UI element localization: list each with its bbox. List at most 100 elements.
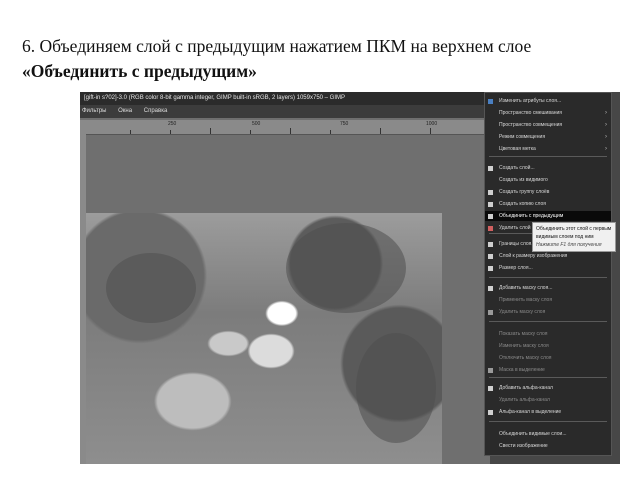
tree-shadow <box>286 223 406 313</box>
merge-down-icon <box>488 214 493 219</box>
menu-separator <box>489 421 607 422</box>
menu-item-17[interactable]: Показать маску слоя <box>485 329 611 339</box>
menu-windows[interactable]: Окна <box>118 108 132 114</box>
window-title: [gift-in s?02]-3.0 (RGB color 8-bit gamm… <box>80 92 494 105</box>
menu-bar: Фильтры Окна Справка <box>80 105 490 118</box>
menu-item-label: Слой к размеру изображения <box>499 253 568 259</box>
merge-tooltip: Объединить этот слой с первым видимым сл… <box>532 222 616 252</box>
menu-item-label: Применить маску слоя <box>499 297 553 303</box>
delete-layer-icon <box>488 226 493 231</box>
menu-item-label: Границы слоя... <box>499 241 536 247</box>
mask-to-selection-icon <box>488 368 493 373</box>
ruler-tick <box>430 128 431 134</box>
menu-item-8[interactable]: Создать копию слоя <box>485 199 611 209</box>
add-mask-icon <box>488 286 493 291</box>
menu-item-22[interactable]: Удалить альфа-канал <box>485 395 611 405</box>
menu-item-7[interactable]: Создать группу слоёв <box>485 187 611 197</box>
layer-boundary-icon <box>488 242 493 247</box>
ruler-tick <box>210 128 211 134</box>
menu-item-label: Создать слой... <box>499 165 535 171</box>
menu-help[interactable]: Справка <box>144 108 168 114</box>
instruction-bold: «Объединить с предыдущим» <box>22 61 257 81</box>
ruler-tick <box>290 128 291 134</box>
menu-item-18[interactable]: Изменить маску слоя <box>485 341 611 351</box>
chevron-right-icon: › <box>605 110 607 116</box>
menu-separator <box>489 321 607 322</box>
menu-item-3[interactable]: Режим совмещения › <box>485 132 611 142</box>
menu-item-label: Удалить маску слоя <box>499 309 546 315</box>
duplicate-layer-icon <box>488 202 493 207</box>
menu-item-label: Добавить маску слоя... <box>499 285 553 291</box>
ruler-tick <box>380 128 381 134</box>
menu-item-0[interactable]: Изменить атрибуты слоя... <box>485 96 611 106</box>
ruler-label: 500 <box>252 121 261 127</box>
menu-item-20[interactable]: Маска в выделение <box>485 365 611 375</box>
layer-group-icon <box>488 190 493 195</box>
menu-item-15[interactable]: Применить маску слоя <box>485 295 611 305</box>
ruler-tick <box>170 130 171 134</box>
menu-item-label: Создать группу слоёв <box>499 189 550 195</box>
scale-layer-icon <box>488 266 493 271</box>
menu-item-14[interactable]: Добавить маску слоя... <box>485 283 611 293</box>
menu-item-2[interactable]: Пространство совмещения › <box>485 120 611 130</box>
menu-item-label: Свести изображение <box>499 443 548 449</box>
menu-item-label: Цветовая метка <box>499 146 536 152</box>
menu-item-label: Объединить видимые слои... <box>499 431 567 437</box>
menu-item-6[interactable]: Создать из видимого <box>485 175 611 185</box>
ruler-tick <box>330 130 331 134</box>
tooltip-text: Объединить этот слой с первым видимым сл… <box>536 226 612 240</box>
ruler-label: 750 <box>340 121 349 127</box>
menu-separator <box>489 156 607 157</box>
chevron-right-icon: › <box>605 122 607 128</box>
menu-item-label: Изменить атрибуты слоя... <box>499 98 562 104</box>
menu-item-25[interactable]: Свести изображение <box>485 441 611 451</box>
menu-item-13[interactable]: Размер слоя... <box>485 263 611 273</box>
menu-item-label: Удалить слой <box>499 225 531 231</box>
menu-item-label: Отключить маску слоя <box>499 355 552 361</box>
menu-item-1[interactable]: Пространство смешивания › <box>485 108 611 118</box>
menu-item-label: Объединить с предыдущим <box>499 213 564 219</box>
chevron-right-icon: › <box>605 134 607 140</box>
tree-shadow <box>356 333 436 443</box>
menu-item-label: Маска в выделение <box>499 367 545 373</box>
menu-item-label: Пространство смешивания <box>499 110 562 116</box>
tooltip-hint: Нажмите F1 для получения справки <box>536 242 602 251</box>
ruler-tick <box>130 130 131 134</box>
menu-item-label: Режим совмещения <box>499 134 546 140</box>
tree-shadow <box>106 253 196 323</box>
menu-item-5[interactable]: Создать слой... <box>485 163 611 173</box>
instruction-text: 6. Объединяем слой с предыдущим нажатием… <box>22 34 622 84</box>
delete-mask-icon <box>488 310 493 315</box>
menu-item-label: Альфа-канал в выделение <box>499 409 562 415</box>
menu-filters[interactable]: Фильтры <box>82 108 106 114</box>
menu-item-23[interactable]: Альфа-канал в выделение <box>485 407 611 417</box>
ruler-label: 1000 <box>426 121 438 127</box>
menu-item-label: Создать из видимого <box>499 177 548 183</box>
ruler-label: 250 <box>168 121 177 127</box>
menu-separator <box>489 277 607 278</box>
menu-item-label: Размер слоя... <box>499 265 533 271</box>
menu-item-19[interactable]: Отключить маску слоя <box>485 353 611 363</box>
instruction-plain: 6. Объединяем слой с предыдущим нажатием… <box>22 36 532 56</box>
new-layer-icon <box>488 166 493 171</box>
menu-separator <box>489 377 607 378</box>
menu-item-12[interactable]: Слой к размеру изображения <box>485 251 611 261</box>
layer-context-menu: Изменить атрибуты слоя... Пространство см… <box>484 92 612 456</box>
alpha-channel-icon <box>488 386 493 391</box>
menu-item-label: Добавить альфа-канал <box>499 385 553 391</box>
menu-item-21[interactable]: Добавить альфа-канал <box>485 383 611 393</box>
menu-item-16[interactable]: Удалить маску слоя <box>485 307 611 317</box>
menu-item-label: Изменить маску слоя <box>499 343 549 349</box>
horizontal-ruler: 250 500 750 1000 <box>80 120 490 135</box>
alpha-to-selection-icon <box>488 410 493 415</box>
menu-item-label: Удалить альфа-канал <box>499 397 550 403</box>
ruler-tick <box>250 130 251 134</box>
menu-item-4[interactable]: Цветовая метка › <box>485 144 611 154</box>
chevron-right-icon: › <box>605 146 607 152</box>
menu-item-24[interactable]: Объединить видимые слои... <box>485 429 611 439</box>
menu-item-label: Создать копию слоя <box>499 201 547 207</box>
canvas-image[interactable] <box>86 213 442 464</box>
menu-item-label: Показать маску слоя <box>499 331 548 337</box>
layer-attributes-icon <box>488 99 493 104</box>
menu-item-9[interactable]: Объединить с предыдущим <box>485 211 611 221</box>
